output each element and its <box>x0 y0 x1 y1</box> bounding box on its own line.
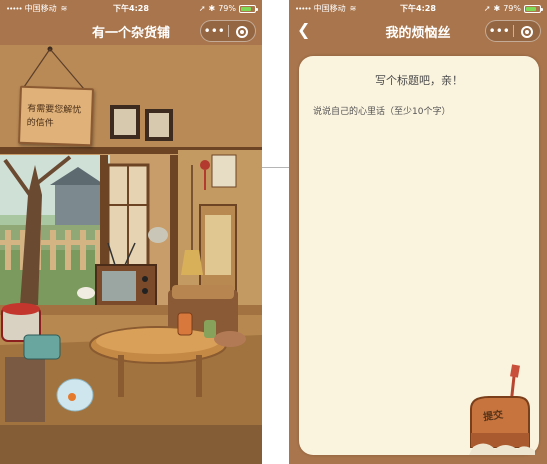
battery-percent: 79% <box>503 4 521 13</box>
page-title: 我的烦恼丝 <box>385 25 451 41</box>
connector-line <box>262 167 289 168</box>
target-icon <box>235 25 248 38</box>
wifi-icon: ≋ <box>349 4 357 13</box>
nav-bar: 有一个杂货铺 ••• <box>0 17 262 45</box>
miniprogram-capsule: ••• <box>200 20 256 42</box>
right-phone-screen: ••••• 中国移动 ≋ 下午4:28 ➚ ✱ 79% ❮ 我的烦恼丝 ••• … <box>289 0 547 464</box>
submit-button[interactable]: 提交 <box>465 363 539 455</box>
close-miniprogram-button[interactable] <box>229 21 256 41</box>
signal-icon: ••••• <box>295 4 312 13</box>
location-icon: ➚ <box>483 4 491 13</box>
battery-percent: 79% <box>218 4 236 13</box>
page-title: 有一个杂货铺 <box>91 25 170 41</box>
message-textarea[interactable]: 说说自己的心里话（至少10个字） <box>313 104 450 117</box>
nav-bar: ❮ 我的烦恼丝 ••• <box>289 17 547 45</box>
status-right: ➚ ✱ 79% <box>483 4 543 13</box>
letter-paper: 写个标题吧，亲！ 说说自己的心里话（至少10个字） 提交 <box>299 56 539 455</box>
more-menu-button[interactable]: ••• <box>486 21 513 41</box>
location-icon: ➚ <box>198 4 206 13</box>
status-bar: ••••• 中国移动 ≋ 下午4:28 ➚ ✱ 79% <box>0 0 262 17</box>
miniprogram-capsule: ••• <box>485 20 541 42</box>
title-input[interactable]: 写个标题吧，亲！ <box>299 72 539 88</box>
chevron-left-icon[interactable]: ❮ <box>297 20 310 39</box>
bluetooth-icon: ✱ <box>493 4 501 13</box>
battery-icon <box>239 4 258 13</box>
left-phone-screen: ••••• 中国移动 ≋ 下午4:28 ➚ ✱ 79% 有一个杂货铺 ••• 有… <box>0 0 262 464</box>
grocery-shop-scene: 有需要您解忧的信件 <box>0 45 262 464</box>
target-icon <box>520 25 533 38</box>
status-right: ➚ ✱ 79% <box>198 4 258 13</box>
more-menu-button[interactable]: ••• <box>201 21 228 41</box>
sign-text: 有需要您解忧的信件 <box>26 103 82 129</box>
letters-waiting-sign[interactable]: 有需要您解忧的信件 <box>18 85 94 147</box>
submit-label: 提交 <box>482 409 504 424</box>
signal-icon: ••••• <box>6 4 23 13</box>
bluetooth-icon: ✱ <box>208 4 216 13</box>
battery-icon <box>524 4 543 13</box>
carrier-label: 中国移动 <box>313 4 346 13</box>
screenshot-stage: ••••• 中国移动 ≋ 下午4:28 ➚ ✱ 79% 有一个杂货铺 ••• 有… <box>0 0 547 464</box>
wifi-icon: ≋ <box>60 4 68 13</box>
carrier-label: 中国移动 <box>24 4 57 13</box>
status-bar: ••••• 中国移动 ≋ 下午4:28 ➚ ✱ 79% <box>289 0 547 17</box>
close-miniprogram-button[interactable] <box>514 21 541 41</box>
